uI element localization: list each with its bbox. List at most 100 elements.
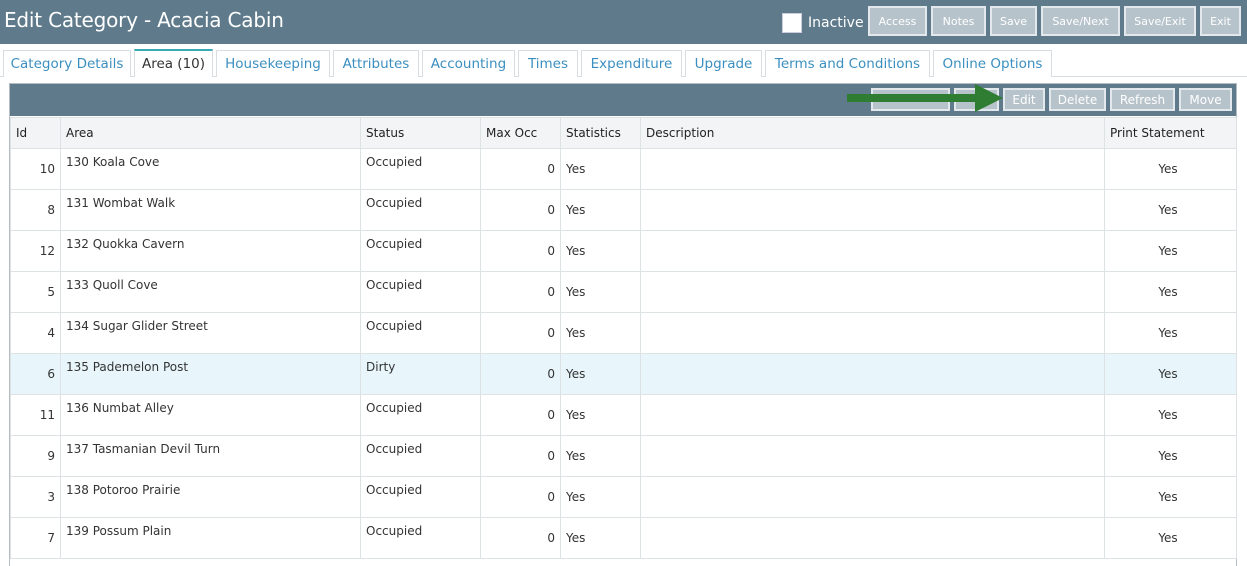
cell-area: 137 Tasmanian Devil Turn [60, 435, 361, 477]
cell-statistics: Yes [560, 435, 641, 477]
delete-button[interactable]: Delete [1049, 88, 1106, 111]
edit-button[interactable]: Edit [1003, 88, 1045, 111]
inactive-checkbox[interactable] [782, 13, 802, 33]
cell-print-statement: Yes [1104, 230, 1237, 272]
cell-statistics: Yes [560, 148, 641, 190]
cell-id: 6 [10, 353, 61, 395]
cell-id: 5 [10, 271, 61, 313]
inactive-toggle[interactable]: Inactive [782, 12, 864, 34]
cell-statistics: Yes [560, 353, 641, 395]
cell-status: Dirty [360, 353, 481, 395]
cell-description [640, 394, 1105, 436]
column-header-area[interactable]: Area [60, 117, 361, 149]
cell-id: 9 [10, 435, 61, 477]
table-row[interactable]: 7 139 Possum Plain Occupied 0 Yes Yes [10, 517, 1237, 559]
column-header-status[interactable]: Status [360, 117, 481, 149]
cell-id: 12 [10, 230, 61, 272]
cell-print-statement: Yes [1104, 517, 1237, 559]
cell-description [640, 517, 1105, 559]
cell-id: 3 [10, 476, 61, 518]
table-row[interactable]: 10 130 Koala Cove Occupied 0 Yes Yes [10, 148, 1237, 190]
tab-terms-and-conditions[interactable]: Terms and Conditions [765, 50, 930, 77]
cell-description [640, 435, 1105, 477]
tab-area[interactable]: Area (10) [134, 49, 213, 77]
cell-area: 139 Possum Plain [60, 517, 361, 559]
cell-status: Occupied [360, 394, 481, 436]
cell-area: 133 Quoll Cove [60, 271, 361, 313]
cell-max-occ: 0 [480, 271, 561, 313]
tab-online-options[interactable]: Online Options [933, 50, 1052, 77]
cell-print-statement: Yes [1104, 353, 1237, 395]
cell-max-occ: 0 [480, 353, 561, 395]
cell-id: 4 [10, 312, 61, 354]
exit-button[interactable]: Exit [1200, 6, 1241, 36]
cell-area: 131 Wombat Walk [60, 189, 361, 231]
cell-statistics: Yes [560, 230, 641, 272]
cell-status: Occupied [360, 148, 481, 190]
notes-button[interactable]: Notes [931, 6, 986, 36]
cell-area: 130 Koala Cove [60, 148, 361, 190]
cell-description [640, 148, 1105, 190]
cell-description [640, 230, 1105, 272]
tab-upgrade[interactable]: Upgrade [685, 50, 762, 77]
table-row[interactable]: 4 134 Sugar Glider Street Occupied 0 Yes… [10, 312, 1237, 354]
tab-expenditure[interactable]: Expenditure [581, 50, 682, 77]
column-header-statistics[interactable]: Statistics [560, 117, 641, 149]
cell-print-statement: Yes [1104, 476, 1237, 518]
table-row[interactable]: 12 132 Quokka Cavern Occupied 0 Yes Yes [10, 230, 1237, 272]
cell-statistics: Yes [560, 271, 641, 313]
cell-status: Occupied [360, 271, 481, 313]
column-header-id[interactable]: Id [10, 117, 61, 149]
cell-max-occ: 0 [480, 517, 561, 559]
cell-area: 135 Pademelon Post [60, 353, 361, 395]
cell-max-occ: 0 [480, 312, 561, 354]
tab-times[interactable]: Times [518, 50, 578, 77]
cell-print-statement: Yes [1104, 271, 1237, 313]
table-row[interactable]: 9 137 Tasmanian Devil Turn Occupied 0 Ye… [10, 435, 1237, 477]
cell-print-statement: Yes [1104, 148, 1237, 190]
inactive-label: Inactive [808, 15, 864, 31]
tab-category-details[interactable]: Category Details [3, 50, 131, 77]
cell-max-occ: 0 [480, 189, 561, 231]
cell-statistics: Yes [560, 394, 641, 436]
save-next-button[interactable]: Save/Next [1041, 6, 1120, 36]
move-button[interactable]: Move [1179, 88, 1232, 111]
cell-status: Occupied [360, 517, 481, 559]
cell-print-statement: Yes [1104, 394, 1237, 436]
access-button[interactable]: Access [868, 6, 927, 36]
arrow-right-icon [847, 84, 1003, 112]
cell-id: 7 [10, 517, 61, 559]
cell-area: 138 Potoroo Prairie [60, 476, 361, 518]
cell-max-occ: 0 [480, 435, 561, 477]
save-exit-button[interactable]: Save/Exit [1124, 6, 1196, 36]
column-header-print-statement[interactable]: Print Statement [1104, 117, 1237, 149]
table-row-selected[interactable]: 6 135 Pademelon Post Dirty 0 Yes Yes [10, 353, 1237, 395]
table-row[interactable]: 8 131 Wombat Walk Occupied 0 Yes Yes [10, 189, 1237, 231]
area-table: Id Area Status Max Occ Statistics Descri… [10, 117, 1237, 559]
refresh-button[interactable]: Refresh [1110, 88, 1175, 111]
cell-max-occ: 0 [480, 476, 561, 518]
column-header-description[interactable]: Description [640, 117, 1105, 149]
cell-statistics: Yes [560, 189, 641, 231]
tab-attributes[interactable]: Attributes [333, 50, 419, 77]
save-button[interactable]: Save [990, 6, 1037, 36]
cell-status: Occupied [360, 230, 481, 272]
table-row[interactable]: 11 136 Numbat Alley Occupied 0 Yes Yes [10, 394, 1237, 436]
cell-description [640, 189, 1105, 231]
cell-max-occ: 0 [480, 230, 561, 272]
cell-id: 10 [10, 148, 61, 190]
cell-print-statement: Yes [1104, 312, 1237, 354]
cell-status: Occupied [360, 476, 481, 518]
cell-statistics: Yes [560, 517, 641, 559]
table-row[interactable]: 3 138 Potoroo Prairie Occupied 0 Yes Yes [10, 476, 1237, 518]
cell-status: Occupied [360, 312, 481, 354]
tab-accounting[interactable]: Accounting [422, 50, 515, 77]
cell-area: 134 Sugar Glider Street [60, 312, 361, 354]
column-header-max-occ[interactable]: Max Occ [480, 117, 561, 149]
cell-area: 136 Numbat Alley [60, 394, 361, 436]
table-row[interactable]: 5 133 Quoll Cove Occupied 0 Yes Yes [10, 271, 1237, 313]
tab-housekeeping[interactable]: Housekeeping [216, 50, 330, 77]
cell-print-statement: Yes [1104, 189, 1237, 231]
cell-id: 11 [10, 394, 61, 436]
cell-statistics: Yes [560, 312, 641, 354]
